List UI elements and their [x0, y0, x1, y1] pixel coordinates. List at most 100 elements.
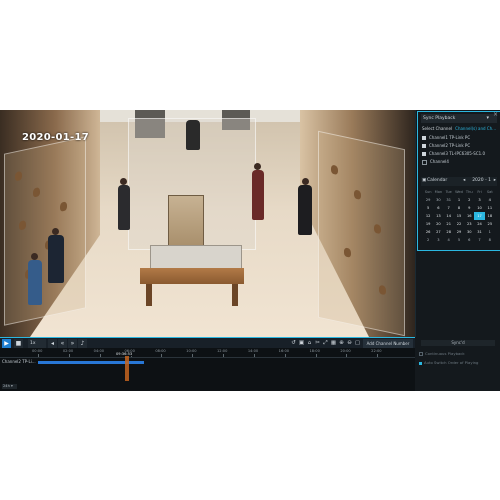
pottery	[354, 189, 361, 200]
calendar-day[interactable]: 4	[485, 196, 495, 204]
volume-button[interactable]: ♪	[78, 339, 87, 348]
calendar-day[interactable]: 16	[464, 212, 474, 220]
play-button[interactable]: ▶	[2, 339, 11, 348]
fullscreen-icon[interactable]: ⤢	[322, 340, 329, 347]
calendar-day[interactable]: 14	[444, 212, 454, 220]
calendar-day[interactable]: 28	[444, 228, 454, 236]
zoom-in-icon[interactable]: ⊕	[338, 340, 345, 347]
option-auto-switch[interactable]: Auto Switch Order of Playing	[419, 360, 478, 365]
calendar-day[interactable]: 5	[423, 204, 433, 212]
channel-label: Channel2 TP-Link PC	[429, 143, 471, 148]
calendar-day[interactable]: 25	[485, 220, 495, 228]
channel-header: Select Channel Channel(s) and Ch...	[421, 126, 497, 132]
chevron-down-icon[interactable]: ▾	[486, 114, 489, 123]
calendar-label: Calendar	[427, 178, 448, 183]
calendar-day[interactable]: 27	[433, 228, 443, 236]
calendar-day[interactable]: 10	[474, 204, 484, 212]
playhead-cursor[interactable]	[125, 355, 129, 381]
time-tick-label: 08:00	[155, 349, 166, 353]
step-back-button[interactable]: ◂	[48, 339, 57, 348]
calendar-day[interactable]: 29	[423, 196, 433, 204]
calendar-day[interactable]: 15	[454, 212, 464, 220]
left-display-case	[4, 136, 86, 326]
checkbox-icon[interactable]	[419, 352, 423, 356]
time-tick-label: 14:00	[247, 349, 259, 353]
checkbox-icon[interactable]	[422, 152, 426, 156]
speed-select[interactable]: 1x	[28, 339, 46, 348]
time-tick-mark	[346, 354, 348, 357]
close-icon[interactable]: ×	[493, 111, 498, 118]
calendar-day[interactable]: 30	[464, 228, 474, 236]
calendar-day[interactable]: 31	[444, 196, 454, 204]
calendar-day[interactable]: 30	[433, 196, 443, 204]
fast-button[interactable]: »	[68, 339, 77, 348]
weekday-label: Wed	[455, 190, 463, 194]
channel-item[interactable]: Channel4	[422, 158, 498, 165]
calendar-day[interactable]: 9	[464, 204, 474, 212]
sync-button[interactable]: Sync'd	[421, 340, 495, 346]
channel-search-link[interactable]: Channel(s) and Ch...	[455, 126, 496, 131]
calendar-day[interactable]: 2	[423, 236, 433, 244]
calendar-day[interactable]: 2	[464, 196, 474, 204]
calendar-day[interactable]: 7	[474, 236, 484, 244]
channel-item[interactable]: Channel3 TL-IPC6305-SC1.0	[422, 150, 498, 157]
option-label: Auto Switch Order of Playing	[424, 360, 479, 365]
calendar-day[interactable]: 7	[444, 204, 454, 212]
option-continuous-playback[interactable]: Continuous Playback	[419, 351, 465, 356]
checkbox-icon[interactable]	[422, 136, 426, 140]
calendar-day[interactable]: 5	[454, 236, 464, 244]
calendar-day[interactable]: 3	[474, 196, 484, 204]
calendar-day[interactable]: 4	[444, 236, 454, 244]
slow-button[interactable]: «	[58, 339, 67, 348]
add-channel-button[interactable]: Add Channel Number	[363, 339, 413, 348]
channel-item[interactable]: Channel1 TP-Link PC	[422, 134, 498, 141]
visitor	[252, 170, 264, 220]
calendar-day[interactable]: 31	[474, 228, 484, 236]
calendar-day[interactable]: 18	[485, 212, 495, 220]
calendar-day[interactable]: 29	[454, 228, 464, 236]
calendar-day[interactable]: 1	[485, 228, 495, 236]
calendar-day[interactable]: 6	[433, 204, 443, 212]
calendar-day[interactable]: 8	[485, 236, 495, 244]
calendar-day[interactable]: 21	[444, 220, 454, 228]
weekday-label: Tue	[445, 190, 452, 194]
zoom-out-icon[interactable]: ⊖	[346, 340, 353, 347]
time-tick-label: 12:00	[217, 349, 228, 353]
calendar-day[interactable]: 8	[454, 204, 464, 212]
calendar-day[interactable]: 20	[433, 220, 443, 228]
timeline[interactable]: 00:00 02:00 04:00 06:00 08:00 10:00 12:00 14:00…	[0, 348, 415, 391]
checkbox-icon[interactable]	[422, 159, 427, 165]
calendar-day[interactable]: 1	[454, 196, 464, 204]
calendar-day[interactable]: 22	[454, 220, 464, 228]
grid-icon[interactable]: ▦	[330, 340, 337, 347]
next-month-icon[interactable]: ▸	[494, 178, 496, 183]
calendar-day[interactable]: 23	[464, 220, 474, 228]
panel-title-select[interactable]: Sync Playback ▾	[421, 114, 497, 123]
calendar-week-row: 19 20 21 22 23 24 25	[423, 220, 495, 228]
checkbox-icon[interactable]	[422, 144, 426, 148]
clip-icon[interactable]: ✂	[314, 340, 321, 347]
window-icon[interactable]: ▢	[354, 340, 361, 347]
calendar-grid: Sun Mon Tue Wed Thu Fri Sat 29 30 31 1 2 3 4 5 6 7 8 9 10 11…	[423, 188, 495, 244]
calendar-day[interactable]: 19	[423, 220, 433, 228]
checkbox-icon[interactable]	[419, 361, 422, 365]
rewind-icon[interactable]: ↺	[290, 340, 297, 347]
timeline-zoom-select[interactable]: 24h ▾	[2, 384, 17, 389]
calendar-day[interactable]: 6	[464, 236, 474, 244]
snapshot-icon[interactable]: ▣	[298, 340, 305, 347]
prev-month-icon[interactable]: ◂	[463, 178, 465, 183]
weekday-label: Sat	[486, 190, 493, 194]
calendar-day[interactable]: 3	[433, 236, 443, 244]
stop-button[interactable]: ■	[14, 339, 23, 348]
video-view[interactable]: 2020-01-17	[0, 110, 415, 337]
calendar-day[interactable]: 11	[485, 204, 495, 212]
calendar-day[interactable]: 17	[474, 212, 485, 220]
lock-icon[interactable]: ⌂	[306, 340, 313, 347]
pottery	[379, 284, 386, 296]
calendar-day[interactable]: 12	[423, 212, 433, 220]
calendar-day[interactable]: 13	[433, 212, 443, 220]
channel-item[interactable]: Channel2 TP-Link PC	[422, 142, 498, 149]
playhead-time: 09:36:53	[116, 352, 133, 356]
calendar-day[interactable]: 24	[474, 220, 484, 228]
calendar-day[interactable]: 26	[423, 228, 433, 236]
